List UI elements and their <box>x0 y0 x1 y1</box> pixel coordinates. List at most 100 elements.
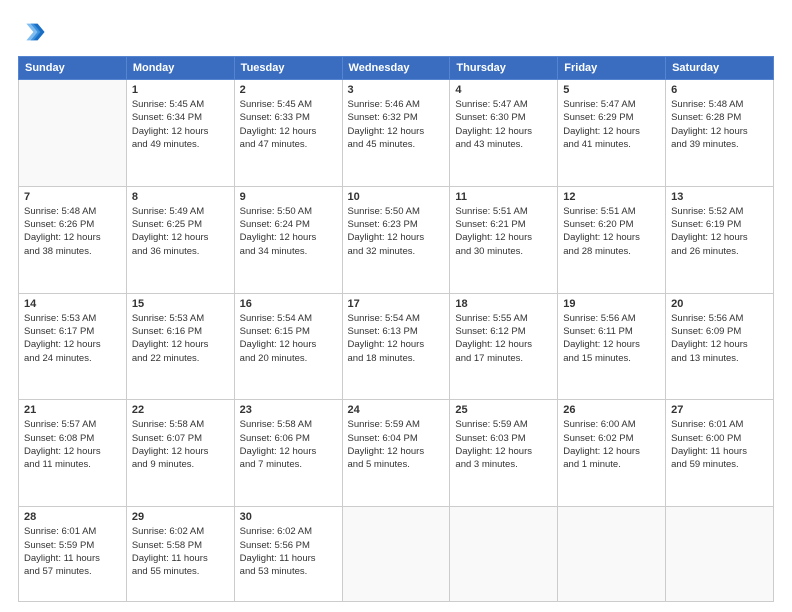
day-number: 8 <box>132 191 229 203</box>
day-number: 1 <box>132 84 229 96</box>
calendar-cell: 6Sunrise: 5:48 AMSunset: 6:28 PMDaylight… <box>666 80 774 187</box>
calendar-cell: 16 Sunrise: 5:54 AMSunset: 6:15 PMDayligh… <box>234 293 342 400</box>
page: SundayMondayTuesdayWednesdayThursdayFrid… <box>0 0 792 612</box>
day-number: 30 <box>240 511 337 523</box>
day-info: Sunrise: 5:50 AMSunset: 6:23 PMDaylight:… <box>348 205 445 258</box>
day-info: Sunrise: 5:59 AMSunset: 6:03 PMDaylight:… <box>455 418 552 471</box>
day-info: Sunrise: 5:53 AMSunset: 6:16 PMDaylight:… <box>132 312 229 365</box>
day-number: 9 <box>240 191 337 203</box>
day-info: Sunrise: 5:56 AMSunset: 6:09 PMDaylight:… <box>671 312 768 365</box>
day-info: Sunrise: 5:47 AMSunset: 6:30 PMDaylight:… <box>455 98 552 151</box>
weekday-header-row: SundayMondayTuesdayWednesdayThursdayFrid… <box>19 57 774 80</box>
calendar-cell: 17Sunrise: 5:54 AMSunset: 6:13 PMDayligh… <box>342 293 450 400</box>
day-info: Sunrise: 5:48 AMSunset: 6:28 PMDaylight:… <box>671 98 768 151</box>
calendar-cell: 11 Sunrise: 5:51 AMSunset: 6:21 PMDayligh… <box>450 186 558 293</box>
calendar-cell <box>19 80 127 187</box>
calendar-cell: 3 Sunrise: 5:46 AMSunset: 6:32 PMDaylight… <box>342 80 450 187</box>
logo <box>18 18 50 46</box>
day-number: 18 <box>455 298 552 310</box>
day-info: Sunrise: 6:00 AMSunset: 6:02 PMDaylight:… <box>563 418 660 471</box>
day-number: 20 <box>671 298 768 310</box>
day-info: Sunrise: 5:58 AMSunset: 6:06 PMDaylight:… <box>240 418 337 471</box>
day-number: 28 <box>24 511 121 523</box>
day-info: Sunrise: 5:47 AMSunset: 6:29 PMDaylight:… <box>563 98 660 151</box>
calendar-cell: 9 Sunrise: 5:50 AMSunset: 6:24 PMDaylight… <box>234 186 342 293</box>
calendar-cell <box>450 507 558 602</box>
day-info: Sunrise: 5:45 AMSunset: 6:33 PMDaylight:… <box>240 98 337 151</box>
calendar-cell: 13 Sunrise: 5:52 AMSunset: 6:19 PMDayligh… <box>666 186 774 293</box>
header <box>18 18 774 46</box>
day-info: Sunrise: 5:58 AMSunset: 6:07 PMDaylight:… <box>132 418 229 471</box>
calendar-cell: 27 Sunrise: 6:01 AMSunset: 6:00 PMDayligh… <box>666 400 774 507</box>
weekday-header-thursday: Thursday <box>450 57 558 80</box>
calendar-cell: 22 Sunrise: 5:58 AMSunset: 6:07 PMDayligh… <box>126 400 234 507</box>
day-info: Sunrise: 5:48 AMSunset: 6:26 PMDaylight:… <box>24 205 121 258</box>
weekday-header-saturday: Saturday <box>666 57 774 80</box>
week-row-4: 21 Sunrise: 5:57 AMSunset: 6:08 PMDayligh… <box>19 400 774 507</box>
week-row-3: 14 Sunrise: 5:53 AMSunset: 6:17 PMDayligh… <box>19 293 774 400</box>
day-number: 22 <box>132 404 229 416</box>
day-info: Sunrise: 5:46 AMSunset: 6:32 PMDaylight:… <box>348 98 445 151</box>
calendar-cell: 25Sunrise: 5:59 AMSunset: 6:03 PMDayligh… <box>450 400 558 507</box>
calendar-cell: 21 Sunrise: 5:57 AMSunset: 6:08 PMDayligh… <box>19 400 127 507</box>
day-number: 2 <box>240 84 337 96</box>
day-number: 5 <box>563 84 660 96</box>
day-info: Sunrise: 5:59 AMSunset: 6:04 PMDaylight:… <box>348 418 445 471</box>
calendar-cell: 2 Sunrise: 5:45 AMSunset: 6:33 PMDaylight… <box>234 80 342 187</box>
day-info: Sunrise: 5:51 AMSunset: 6:21 PMDaylight:… <box>455 205 552 258</box>
day-info: Sunrise: 5:50 AMSunset: 6:24 PMDaylight:… <box>240 205 337 258</box>
day-number: 7 <box>24 191 121 203</box>
calendar-cell <box>666 507 774 602</box>
day-info: Sunrise: 5:53 AMSunset: 6:17 PMDaylight:… <box>24 312 121 365</box>
day-info: Sunrise: 6:01 AMSunset: 6:00 PMDaylight:… <box>671 418 768 471</box>
calendar-cell: 10 Sunrise: 5:50 AMSunset: 6:23 PMDayligh… <box>342 186 450 293</box>
day-number: 19 <box>563 298 660 310</box>
calendar-cell: 4 Sunrise: 5:47 AMSunset: 6:30 PMDaylight… <box>450 80 558 187</box>
day-number: 14 <box>24 298 121 310</box>
weekday-header-wednesday: Wednesday <box>342 57 450 80</box>
day-number: 13 <box>671 191 768 203</box>
logo-icon <box>18 18 46 46</box>
day-number: 3 <box>348 84 445 96</box>
day-info: Sunrise: 6:02 AMSunset: 5:56 PMDaylight:… <box>240 525 337 578</box>
calendar-cell: 24Sunrise: 5:59 AMSunset: 6:04 PMDayligh… <box>342 400 450 507</box>
calendar-cell: 29 Sunrise: 6:02 AMSunset: 5:58 PMDayligh… <box>126 507 234 602</box>
calendar-table: SundayMondayTuesdayWednesdayThursdayFrid… <box>18 56 774 602</box>
weekday-header-sunday: Sunday <box>19 57 127 80</box>
calendar-cell: 8 Sunrise: 5:49 AMSunset: 6:25 PMDaylight… <box>126 186 234 293</box>
day-info: Sunrise: 5:54 AMSunset: 6:13 PMDaylight:… <box>348 312 445 365</box>
day-number: 4 <box>455 84 552 96</box>
day-number: 15 <box>132 298 229 310</box>
calendar-cell: 23 Sunrise: 5:58 AMSunset: 6:06 PMDayligh… <box>234 400 342 507</box>
day-info: Sunrise: 5:49 AMSunset: 6:25 PMDaylight:… <box>132 205 229 258</box>
day-number: 26 <box>563 404 660 416</box>
day-number: 29 <box>132 511 229 523</box>
calendar-cell: 14 Sunrise: 5:53 AMSunset: 6:17 PMDayligh… <box>19 293 127 400</box>
calendar-cell: 12 Sunrise: 5:51 AMSunset: 6:20 PMDayligh… <box>558 186 666 293</box>
day-info: Sunrise: 5:54 AMSunset: 6:15 PMDaylight:… <box>240 312 337 365</box>
calendar-cell: 5 Sunrise: 5:47 AMSunset: 6:29 PMDaylight… <box>558 80 666 187</box>
week-row-2: 7 Sunrise: 5:48 AMSunset: 6:26 PMDaylight… <box>19 186 774 293</box>
day-info: Sunrise: 6:02 AMSunset: 5:58 PMDaylight:… <box>132 525 229 578</box>
day-number: 12 <box>563 191 660 203</box>
calendar-cell: 15 Sunrise: 5:53 AMSunset: 6:16 PMDayligh… <box>126 293 234 400</box>
day-info: Sunrise: 5:52 AMSunset: 6:19 PMDaylight:… <box>671 205 768 258</box>
day-number: 21 <box>24 404 121 416</box>
calendar-cell <box>558 507 666 602</box>
day-info: Sunrise: 5:45 AMSunset: 6:34 PMDaylight:… <box>132 98 229 151</box>
calendar-cell: 20 Sunrise: 5:56 AMSunset: 6:09 PMDayligh… <box>666 293 774 400</box>
day-number: 16 <box>240 298 337 310</box>
day-number: 10 <box>348 191 445 203</box>
calendar-cell: 1 Sunrise: 5:45 AMSunset: 6:34 PMDaylight… <box>126 80 234 187</box>
calendar-cell: 7 Sunrise: 5:48 AMSunset: 6:26 PMDaylight… <box>19 186 127 293</box>
calendar-cell: 26 Sunrise: 6:00 AMSunset: 6:02 PMDayligh… <box>558 400 666 507</box>
day-info: Sunrise: 6:01 AMSunset: 5:59 PMDaylight:… <box>24 525 121 578</box>
day-number: 23 <box>240 404 337 416</box>
day-info: Sunrise: 5:57 AMSunset: 6:08 PMDaylight:… <box>24 418 121 471</box>
day-info: Sunrise: 5:51 AMSunset: 6:20 PMDaylight:… <box>563 205 660 258</box>
calendar-cell: 19Sunrise: 5:56 AMSunset: 6:11 PMDayligh… <box>558 293 666 400</box>
week-row-1: 1 Sunrise: 5:45 AMSunset: 6:34 PMDaylight… <box>19 80 774 187</box>
day-number: 11 <box>455 191 552 203</box>
day-number: 27 <box>671 404 768 416</box>
weekday-header-tuesday: Tuesday <box>234 57 342 80</box>
